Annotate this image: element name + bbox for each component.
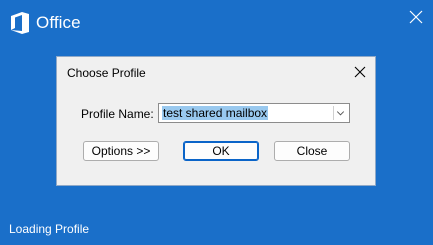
profile-name-combobox[interactable]: test shared mailbox [158, 103, 350, 123]
chevron-down-icon[interactable] [333, 106, 347, 120]
office-logo-icon [11, 12, 29, 34]
choose-profile-dialog: Choose Profile Profile Name: test shared… [56, 56, 376, 186]
loading-status: Loading Profile [9, 222, 90, 236]
office-splash-background: { "splash": { "brand": "Office", "status… [0, 0, 433, 245]
options-button[interactable]: Options >> [83, 141, 159, 161]
close-icon[interactable] [409, 10, 423, 24]
ok-button[interactable]: OK [183, 141, 259, 161]
profile-name-value[interactable]: test shared mailbox [162, 106, 269, 120]
profile-name-label: Profile Name: [81, 107, 154, 121]
dialog-title: Choose Profile [67, 66, 146, 80]
office-logo: Office [10, 12, 81, 34]
office-brand-text: Office [36, 13, 81, 32]
close-button[interactable]: Close [274, 141, 350, 161]
dialog-close-icon[interactable] [353, 65, 367, 79]
